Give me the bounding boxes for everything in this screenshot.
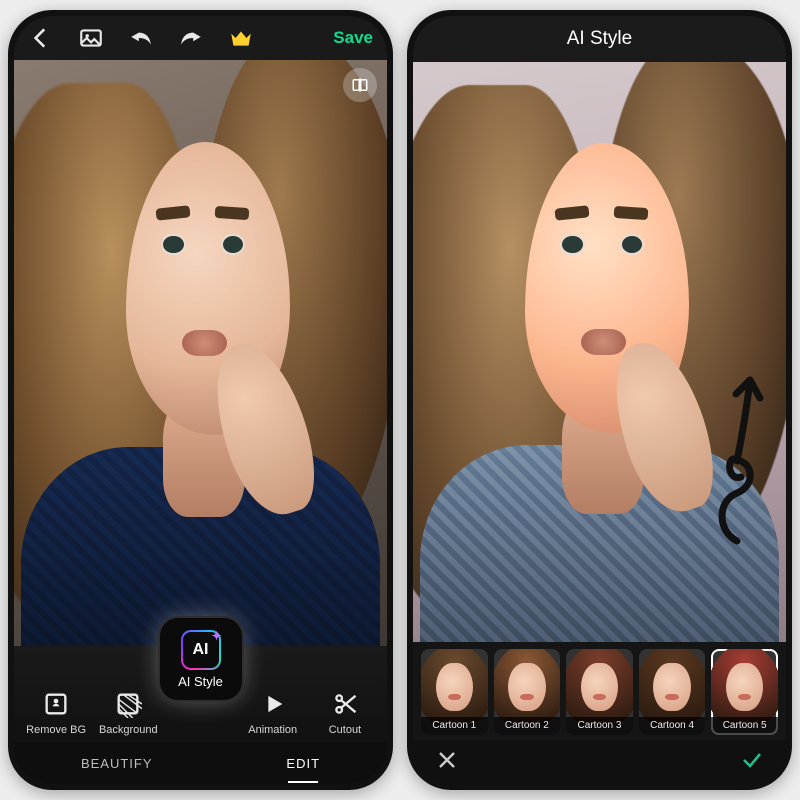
cancel-button[interactable]: [435, 748, 459, 777]
tool-label: Background: [99, 724, 158, 736]
mode-tabs: BEAUTIFY EDIT: [14, 742, 387, 784]
style-cartoon-1[interactable]: Cartoon 1: [421, 649, 488, 734]
aistyle-screen: AI Style Cartoon 1Cartoon 2Cartoon 3Cart…: [413, 16, 786, 784]
tool-cutout[interactable]: Cutout: [309, 690, 381, 736]
aistyle-preview[interactable]: [413, 62, 786, 642]
aistyle-phone: AI Style Cartoon 1Cartoon 2Cartoon 3Cart…: [407, 10, 792, 790]
gallery-icon[interactable]: [78, 25, 104, 51]
save-button[interactable]: Save: [333, 28, 373, 48]
tool-remove-bg[interactable]: Remove BG: [20, 690, 92, 736]
editor-screen: Save AI AI Style: [14, 16, 387, 784]
style-cartoon-4[interactable]: Cartoon 4: [639, 649, 706, 734]
style-cartoon-3[interactable]: Cartoon 3: [566, 649, 633, 734]
confirm-row: [413, 740, 786, 784]
style-label: Cartoon 3: [566, 717, 633, 735]
ai-style-chip[interactable]: AI AI Style: [160, 618, 242, 700]
remove-bg-icon: [42, 690, 70, 718]
tool-animation[interactable]: Animation: [237, 690, 309, 736]
tab-beautify[interactable]: BEAUTIFY: [73, 750, 161, 777]
background-icon: [114, 690, 142, 718]
undo-icon[interactable]: [128, 25, 154, 51]
style-cartoon-2[interactable]: Cartoon 2: [494, 649, 561, 734]
crown-icon[interactable]: [228, 25, 254, 51]
confirm-button[interactable]: [740, 748, 764, 777]
style-cartoon-5[interactable]: Cartoon 5: [711, 649, 778, 734]
scissors-icon: [331, 690, 359, 718]
ai-chip-label: AI Style: [178, 674, 223, 689]
tool-label: Animation: [248, 724, 297, 736]
back-icon[interactable]: [28, 25, 54, 51]
play-icon: [259, 690, 287, 718]
tool-row: AI AI Style Remove BG Background AI Styl…: [14, 646, 387, 742]
tool-label: Cutout: [329, 724, 361, 736]
editor-canvas[interactable]: [14, 60, 387, 646]
tab-edit[interactable]: EDIT: [278, 750, 328, 777]
style-label: Cartoon 2: [494, 717, 561, 735]
aistyle-title: AI Style: [413, 16, 786, 62]
editor-topbar: Save: [14, 16, 387, 60]
ai-badge-icon: AI: [183, 632, 219, 668]
style-label: Cartoon 5: [711, 717, 778, 735]
tool-label: Remove BG: [26, 724, 86, 736]
redo-icon[interactable]: [178, 25, 204, 51]
compare-icon[interactable]: [343, 68, 377, 102]
style-label: Cartoon 4: [639, 717, 706, 735]
source-portrait: [14, 60, 387, 646]
stylized-portrait: [413, 62, 786, 642]
style-label: Cartoon 1: [421, 717, 488, 735]
editor-phone: Save AI AI Style: [8, 10, 393, 790]
tool-background[interactable]: Background: [92, 690, 164, 736]
style-strip: Cartoon 1 Cartoon 2 Cartoon 3 Cartoon 4 Cart…: [413, 642, 786, 740]
